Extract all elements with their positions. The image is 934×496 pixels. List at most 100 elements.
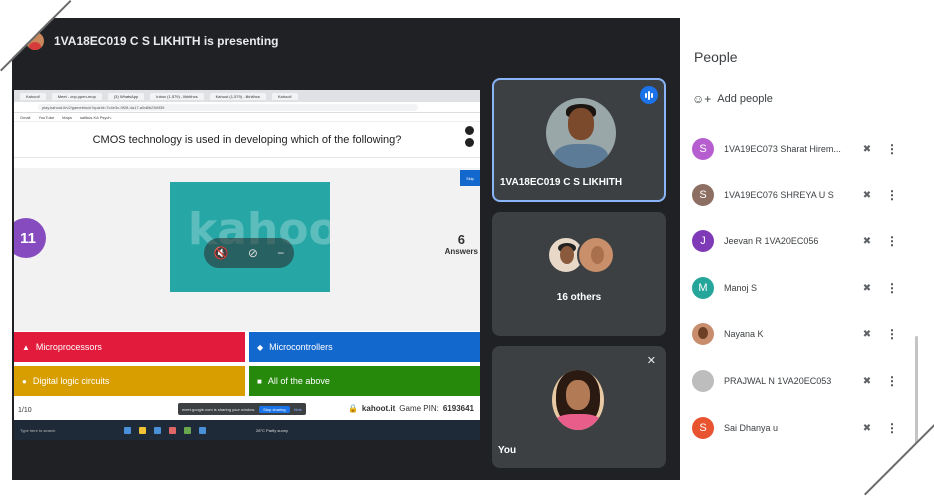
participant-name: Nayana K xyxy=(724,329,764,339)
participant-name: Manoj S xyxy=(724,283,758,293)
more-options-icon[interactable]: ⋮ xyxy=(886,281,898,295)
browser-tab-strip: Kahoot! Meet - cnp-ypen-mop (3) WhatsApp… xyxy=(14,90,480,102)
bookmarks-bar: Gmail YouTube Maps sallbus KA Psych. xyxy=(14,113,480,122)
answer-option-square[interactable]: ■ All of the above xyxy=(249,366,480,396)
presenter-tile[interactable]: 1VA18EC019 C S LIKHITH xyxy=(492,78,666,202)
participant-row[interactable]: PRAJWAL N 1VA20EC053 ✖ ⋮ xyxy=(692,366,912,396)
browser-tab: Kahoot (1,579) - likhithcs xyxy=(209,92,266,100)
presenter-tile-name: 1VA18EC019 C S LIKHITH xyxy=(500,177,623,188)
mic-off-icon: ✖ xyxy=(862,328,872,340)
add-person-icon: ☺+ xyxy=(692,92,712,106)
question-bar: CMOS technology is used in developing wh… xyxy=(14,122,480,158)
question-icons xyxy=(465,126,474,147)
circle-icon: ● xyxy=(22,376,27,386)
url-text: play.kahoot.it/v2/gameblock?quizId=7c4e3… xyxy=(38,103,418,111)
square-icon: ■ xyxy=(257,376,262,386)
answers-number: 6 xyxy=(457,232,465,247)
add-people-label: Add people xyxy=(717,93,773,105)
bookmark: Maps xyxy=(62,114,72,120)
triangle-icon: ▲ xyxy=(22,342,30,352)
others-tile[interactable]: 16 others xyxy=(492,212,666,336)
others-count: 16 others xyxy=(556,292,602,303)
mic-off-icon: ✖ xyxy=(862,143,872,155)
taskbar-weather: 28°C Partly sunny xyxy=(256,427,289,433)
mic-off-icon: ✖ xyxy=(862,235,872,247)
browser-tab: Kahoot! xyxy=(271,92,298,100)
participant-name: 1VA19EC073 Sharat Hirem... xyxy=(724,144,841,154)
mic-off-icon: ✖ xyxy=(862,282,872,294)
avatar: J xyxy=(692,230,714,252)
more-options-icon[interactable]: ⋮ xyxy=(886,188,898,202)
more-options-icon[interactable]: ⋮ xyxy=(886,374,898,388)
folder-icon xyxy=(139,426,146,434)
bookmark: YouTube xyxy=(38,114,55,120)
sound-icon xyxy=(465,138,474,147)
people-panel: People ☺+ Add people S 1VA19EC073 Sharat… xyxy=(680,18,922,470)
question-media: kahoot! 🔇 ⊘ − xyxy=(170,182,330,292)
answer-option-triangle[interactable]: ▲ Microprocessors xyxy=(14,332,245,362)
bookmark: Gmail xyxy=(20,114,31,120)
camera-off-icon: ⊘ xyxy=(247,246,258,260)
windows-taskbar: Type here to search 28°C Partly sunny xyxy=(14,420,480,440)
answer-label: All of the above xyxy=(267,376,330,386)
share-notice: meet.google.com is sharing your window. … xyxy=(178,403,306,415)
self-photo xyxy=(552,370,604,430)
skip-button[interactable]: Skip xyxy=(460,170,480,186)
mic-off-icon: ✕ xyxy=(646,355,656,367)
answer-option-diamond[interactable]: ◆ Microcontrollers xyxy=(249,332,480,362)
more-icon: − xyxy=(277,246,285,260)
chrome-icon xyxy=(184,426,191,434)
windows-icon xyxy=(124,426,131,434)
answers-label: Answers xyxy=(444,247,478,256)
hide-button[interactable]: Hide xyxy=(294,407,302,412)
avatar xyxy=(692,323,714,345)
participant-row[interactable]: Nayana K ✖ ⋮ xyxy=(692,319,912,349)
game-pin-label: Game PIN: xyxy=(399,404,439,413)
answer-label: Digital logic circuits xyxy=(32,376,110,386)
mic-off-icon: 🔇 xyxy=(213,246,229,260)
bookmark: sallbus KA Psych. xyxy=(79,114,112,120)
avatar: S xyxy=(692,417,714,439)
participant-row[interactable]: J Jeevan R 1VA20EC056 ✖ ⋮ xyxy=(692,226,912,256)
answers-count: 6 Answers xyxy=(445,232,478,256)
settings-icon xyxy=(465,126,474,135)
more-options-icon[interactable]: ⋮ xyxy=(886,234,898,248)
participant-row[interactable]: S 1VA19EC076 SHREYA U S ✖ ⋮ xyxy=(692,180,912,210)
edge-icon xyxy=(154,426,161,434)
taskbar-search: Type here to search xyxy=(20,427,56,433)
site-name: kahoot.it xyxy=(361,404,396,413)
self-tile[interactable]: ✕ You xyxy=(492,346,666,468)
avatar: S xyxy=(692,138,714,160)
answer-label: Microprocessors xyxy=(35,342,102,352)
game-pin: 6193641 xyxy=(442,404,474,413)
others-avatars xyxy=(547,236,615,274)
participant-row[interactable]: M Manoj S ✖ ⋮ xyxy=(692,273,912,303)
browser-tab: Inbox (1,579) - likhithcs xyxy=(150,92,204,100)
taskbar-icons xyxy=(124,426,206,434)
panel-title: People xyxy=(694,49,738,65)
question-text: CMOS technology is used in developing wh… xyxy=(92,133,402,146)
mic-off-icon: ✖ xyxy=(862,189,872,201)
presenting-label: 1VA18EC019 C S LIKHITH is presenting xyxy=(54,34,279,48)
participant-name: Jeevan R 1VA20EC056 xyxy=(724,236,819,246)
avatar xyxy=(577,236,615,274)
add-people-button[interactable]: ☺+ Add people xyxy=(692,92,773,106)
self-tile-name: You xyxy=(498,445,517,456)
stop-sharing-button[interactable]: Stop sharing xyxy=(259,405,290,413)
participant-row[interactable]: S 1VA19EC073 Sharat Hirem... ✖ ⋮ xyxy=(692,134,912,164)
url-bar: play.kahoot.it/v2/gameblock?quizId=7c4e3… xyxy=(14,102,480,113)
countdown-timer: 11 xyxy=(14,218,46,258)
kahoot-footer: 1/10 meet.google.com is sharing your win… xyxy=(14,400,480,420)
more-options-icon[interactable]: ⋮ xyxy=(886,327,898,341)
kahoot-body: 11 kahoot! 🔇 ⊘ − Skip 6 Answers xyxy=(14,168,480,331)
participant-name: Sai Dhanya u xyxy=(724,423,779,433)
presenting-bar: 1VA18EC019 C S LIKHITH is presenting xyxy=(12,18,680,64)
shared-screen[interactable]: Kahoot! Meet - cnp-ypen-mop (3) WhatsApp… xyxy=(14,90,480,440)
browser-tab: (3) WhatsApp xyxy=(107,92,145,100)
more-options-icon[interactable]: ⋮ xyxy=(886,142,898,156)
media-controls: 🔇 ⊘ − xyxy=(204,238,294,268)
share-notice-text: meet.google.com is sharing your window. xyxy=(182,406,256,412)
game-pin-info: 🔒 kahoot.it Game PIN: 6193641 xyxy=(348,404,474,413)
answer-option-circle[interactable]: ● Digital logic circuits xyxy=(14,366,245,396)
question-progress: 1/10 xyxy=(18,406,32,414)
